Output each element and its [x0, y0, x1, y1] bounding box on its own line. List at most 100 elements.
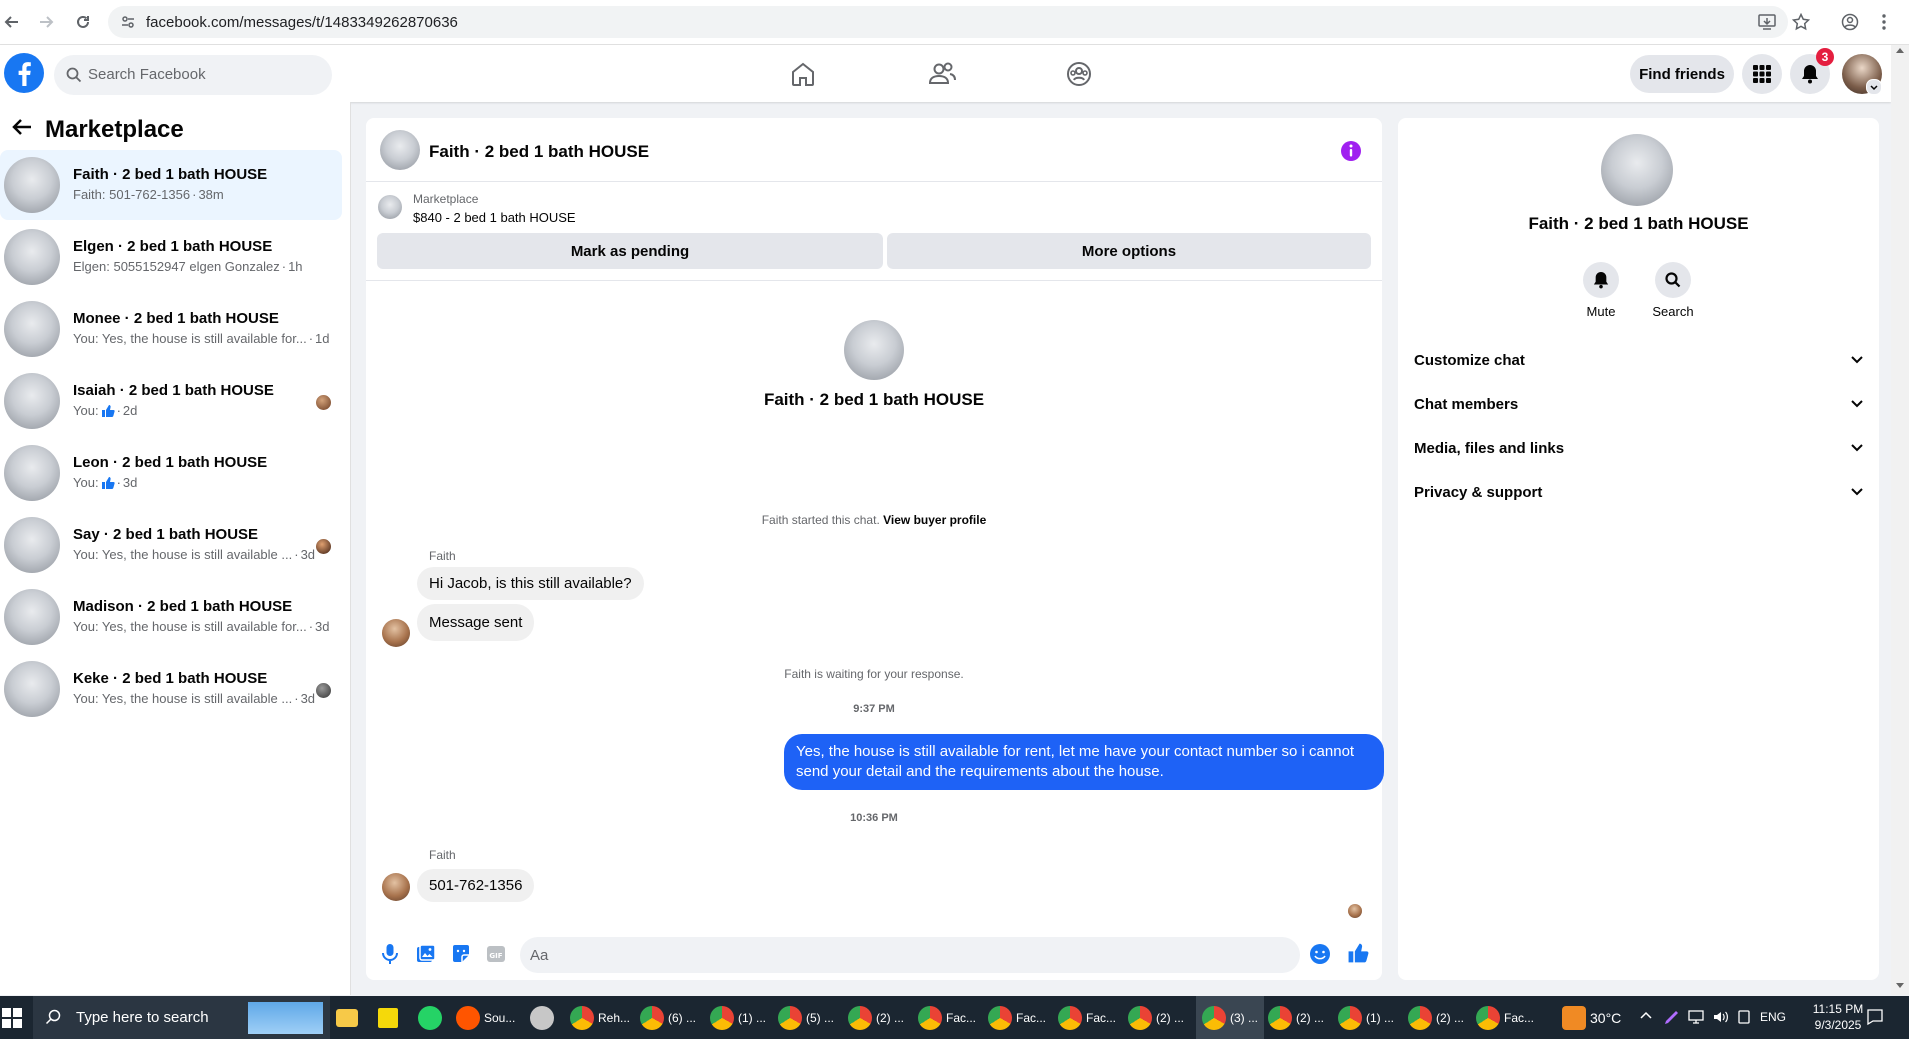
back-arrow-icon[interactable] — [0, 10, 24, 34]
whatsapp-icon[interactable] — [418, 996, 442, 1039]
taskbar-app[interactable]: (1) ... — [1338, 996, 1394, 1039]
profile-icon[interactable] — [1838, 10, 1862, 34]
thumbs-up-send-icon[interactable] — [1347, 942, 1369, 964]
browser-menu-icon[interactable] — [1872, 10, 1896, 34]
volume-icon[interactable] — [1712, 1009, 1730, 1025]
taskbar-app[interactable]: (2) ... — [1268, 996, 1324, 1039]
search-in-chat-button[interactable] — [1655, 262, 1691, 298]
info-avatar[interactable] — [1601, 134, 1673, 206]
address-bar[interactable]: facebook.com/messages/t/1483349262870636 — [108, 6, 1788, 38]
info-icon[interactable] — [1340, 140, 1362, 162]
reload-icon[interactable] — [71, 10, 95, 34]
listing-title[interactable]: $840 - 2 bed 1 bath HOUSE — [413, 210, 576, 225]
message-bubble[interactable]: Message sent — [417, 604, 535, 641]
chat-avatar[interactable] — [380, 130, 420, 170]
sticker-icon[interactable] — [451, 944, 471, 964]
taskbar-app[interactable]: Sou... — [456, 996, 515, 1039]
taskbar-app[interactable]: Fac... — [918, 996, 976, 1039]
privacy-support-row[interactable]: Privacy & support — [1414, 474, 1864, 510]
mark-as-pending-button[interactable]: Mark as pending — [377, 233, 883, 269]
taskbar-app[interactable]: Fac... — [1476, 996, 1534, 1039]
weather-widget[interactable]: 30°C — [1562, 996, 1621, 1039]
taskbar-app[interactable]: Fac... — [988, 996, 1046, 1039]
sender-avatar[interactable] — [382, 619, 410, 647]
message-bubble[interactable]: Hi Jacob, is this still available? — [417, 567, 644, 600]
chat-members-row[interactable]: Chat members — [1414, 386, 1864, 422]
taskbar-app[interactable]: Fac... — [1058, 996, 1116, 1039]
page-scrollbar[interactable] — [1891, 45, 1909, 995]
conversation-item[interactable]: Faith · 2 bed 1 bath HOUSE Faith: 501-76… — [0, 150, 342, 220]
profile-avatar[interactable] — [844, 320, 904, 380]
groups-icon[interactable] — [1066, 61, 1092, 87]
taskbar-app-label: Fac... — [1504, 1010, 1535, 1025]
account-chevron-icon[interactable] — [1866, 79, 1882, 95]
friends-icon[interactable] — [928, 61, 956, 87]
microphone-icon[interactable] — [381, 943, 399, 965]
taskbar-app[interactable]: (2) ... — [1408, 996, 1464, 1039]
menu-grid-icon[interactable] — [1742, 54, 1782, 94]
facebook-search-input[interactable]: Search Facebook — [54, 55, 332, 95]
back-arrow-icon[interactable] — [12, 118, 32, 136]
chevron-up-icon[interactable] — [1640, 1011, 1652, 1019]
forward-arrow-icon[interactable] — [34, 10, 58, 34]
conversation-name: Elgen · 2 bed 1 bath HOUSE — [73, 238, 273, 255]
url-text[interactable]: facebook.com/messages/t/1483349262870636 — [146, 14, 458, 31]
scroll-down-icon[interactable] — [1896, 983, 1904, 989]
read-receipt-avatar — [1348, 904, 1362, 918]
taskbar-app[interactable]: (6) ... — [640, 996, 696, 1039]
photo-icon[interactable] — [416, 944, 436, 964]
conversation-item[interactable]: Monee · 2 bed 1 bath HOUSE You: Yes, the… — [0, 294, 342, 364]
chrome-icon — [1408, 1005, 1432, 1030]
conversation-item[interactable]: Madison · 2 bed 1 bath HOUSE You: Yes, t… — [0, 582, 342, 652]
view-buyer-profile-link[interactable]: View buyer profile — [883, 513, 986, 527]
mute-button[interactable] — [1583, 262, 1619, 298]
taskbar-app-active[interactable]: (3) ... — [1196, 996, 1265, 1039]
install-app-icon[interactable] — [1755, 10, 1779, 34]
customize-chat-row[interactable]: Customize chat — [1414, 342, 1864, 378]
my-message-bubble[interactable]: Yes, the house is still available for re… — [784, 734, 1384, 790]
find-friends-button[interactable]: Find friends — [1630, 55, 1734, 93]
file-explorer-icon[interactable] — [336, 996, 358, 1039]
sender-avatar[interactable] — [382, 873, 410, 901]
taskbar-app[interactable]: Reh... — [570, 996, 630, 1039]
taskbar-app[interactable] — [530, 996, 554, 1039]
conversation-item[interactable]: Leon · 2 bed 1 bath HOUSE You: · 3d — [0, 438, 342, 508]
conversation-item[interactable]: Keke · 2 bed 1 bath HOUSE You: Yes, the … — [0, 654, 342, 724]
chrome-icon — [640, 1005, 664, 1030]
device-icon[interactable] — [1736, 1009, 1752, 1025]
scroll-up-icon[interactable] — [1896, 47, 1904, 53]
network-icon[interactable] — [1687, 1009, 1705, 1025]
taskbar-search-box[interactable]: Type here to search — [33, 996, 330, 1039]
chrome-icon — [918, 1005, 942, 1030]
notification-center-icon[interactable] — [1866, 1008, 1884, 1026]
gif-icon[interactable]: GIF — [486, 944, 506, 964]
conversation-item[interactable]: Isaiah · 2 bed 1 bath HOUSE You: · 2d — [0, 366, 342, 436]
more-options-button[interactable]: More options — [887, 233, 1371, 269]
home-icon[interactable] — [790, 61, 816, 87]
taskbar-app[interactable]: (1) ... — [710, 996, 766, 1039]
taskbar-app[interactable]: (5) ... — [778, 996, 834, 1039]
preview-text: You: — [73, 403, 99, 418]
facebook-logo-icon[interactable] — [4, 53, 44, 93]
conversation-item[interactable]: Elgen · 2 bed 1 bath HOUSE Elgen: 505515… — [0, 222, 342, 292]
conversation-name: Monee · 2 bed 1 bath HOUSE — [73, 310, 279, 327]
pen-icon[interactable] — [1663, 1008, 1681, 1026]
windows-start-icon[interactable] — [2, 1008, 22, 1028]
sticky-notes-icon[interactable] — [378, 996, 398, 1039]
conversation-preview: You: · 3d — [73, 475, 137, 490]
separator-dot: · — [308, 619, 314, 634]
emoji-icon[interactable] — [1309, 943, 1331, 965]
taskbar-app[interactable]: (2) ... — [848, 996, 904, 1039]
listing-thumbnail — [378, 195, 402, 219]
bookmark-star-icon[interactable] — [1789, 10, 1813, 34]
site-info-icon[interactable] — [120, 14, 136, 30]
taskbar-app-label: Reh... — [598, 1010, 631, 1025]
taskbar-app[interactable]: (2) ... — [1128, 996, 1184, 1039]
media-files-links-row[interactable]: Media, files and links — [1414, 430, 1864, 466]
facebook-header: Search Facebook Find friends 3 — [0, 45, 1891, 102]
conversation-item[interactable]: Say · 2 bed 1 bath HOUSE You: Yes, the h… — [0, 510, 342, 580]
chat-title[interactable]: Faith · 2 bed 1 bath HOUSE — [429, 142, 649, 162]
message-bubble[interactable]: 501-762-1356 — [417, 869, 535, 902]
message-input[interactable]: Aa — [520, 937, 1300, 973]
language-indicator[interactable]: ENG — [1760, 1010, 1786, 1024]
